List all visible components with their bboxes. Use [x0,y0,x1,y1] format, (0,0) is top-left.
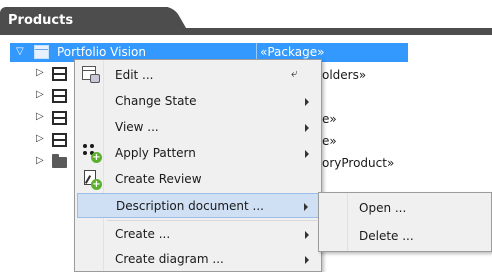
submenu-arrow-icon [305,124,309,132]
class-icon [52,133,67,147]
menu-item-change-state[interactable]: Change State [77,89,319,114]
context-menu: Edit ... ⤶ Change State View ... + Apply… [74,59,322,272]
tree-row[interactable]: ▷ [36,65,76,85]
menu-separator [107,220,317,221]
tree-stereotype-fragment: e» [322,134,337,148]
menu-item-create-review[interactable]: + Create Review [77,167,319,192]
submenu-item-open[interactable]: Open ... [321,196,489,221]
menu-item-label: Apply Pattern [115,146,196,160]
folder-icon [52,154,67,168]
tree-stereotype-fragment: oryProduct» [322,156,395,170]
tree-row[interactable]: ▷ [36,87,76,107]
menu-item-apply-pattern[interactable]: + Apply Pattern [77,141,319,166]
menu-item-label: Create Review [115,172,202,186]
tree-stereotype-fragment: e» [322,112,337,126]
menu-item-label: View ... [115,120,159,134]
tree-row[interactable]: ▷ [36,109,76,129]
tree-row[interactable]: ▷ [36,131,76,151]
review-icon: + [84,170,102,190]
menu-item-label: Edit ... [115,68,154,82]
menu-item-label: Description document ... [116,199,264,213]
menu-item-create-diagram[interactable]: Create diagram ... [77,247,319,272]
collapse-arrow-icon[interactable]: ▷ [36,133,44,144]
menu-item-label: Create diagram ... [115,252,224,266]
class-icon [52,89,67,103]
submenu-item-delete[interactable]: Delete ... [321,224,489,249]
submenu-arrow-icon [305,150,309,158]
menu-item-view[interactable]: View ... [77,115,319,140]
class-icon [52,111,67,125]
panel-tab-strip [0,28,492,35]
class-icon [52,67,67,81]
description-document-submenu: Open ... Delete ... [318,192,492,252]
menu-item-description-document[interactable]: Description document ... [77,193,319,218]
menu-item-edit[interactable]: Edit ... ⤶ [77,63,319,88]
submenu-arrow-icon [305,256,309,264]
add-badge-icon: + [91,179,102,190]
panel-title: Products [8,13,74,28]
menu-item-label: Create ... [115,227,171,241]
menu-item-create[interactable]: Create ... [77,222,319,247]
expand-toggle-icon[interactable]: ▽ [16,46,24,57]
collapse-arrow-icon[interactable]: ▷ [36,89,44,100]
tree-row[interactable]: ▷ [36,153,76,173]
edit-icon [82,66,102,84]
tree-stereotype-fragment: olders» [322,68,367,82]
collapse-arrow-icon[interactable]: ▷ [36,155,44,166]
menu-item-label: Change State [115,94,197,108]
submenu-arrow-icon [304,203,308,211]
collapse-arrow-icon[interactable]: ▷ [36,67,44,78]
submenu-arrow-icon [305,231,309,239]
shortcut-icon: ⤶ [291,66,298,80]
collapse-arrow-icon[interactable]: ▷ [36,111,44,122]
products-panel-header: Products [0,7,492,35]
menu-item-label: Delete ... [359,229,414,243]
package-icon [34,45,49,59]
pattern-icon: + [82,143,102,163]
tree-item-label: Portfolio Vision [57,45,146,59]
add-badge-icon: + [91,152,102,163]
tree-item-stereotype: «Package» [260,45,325,59]
submenu-arrow-icon [305,98,309,106]
menu-item-label: Open ... [359,201,407,215]
